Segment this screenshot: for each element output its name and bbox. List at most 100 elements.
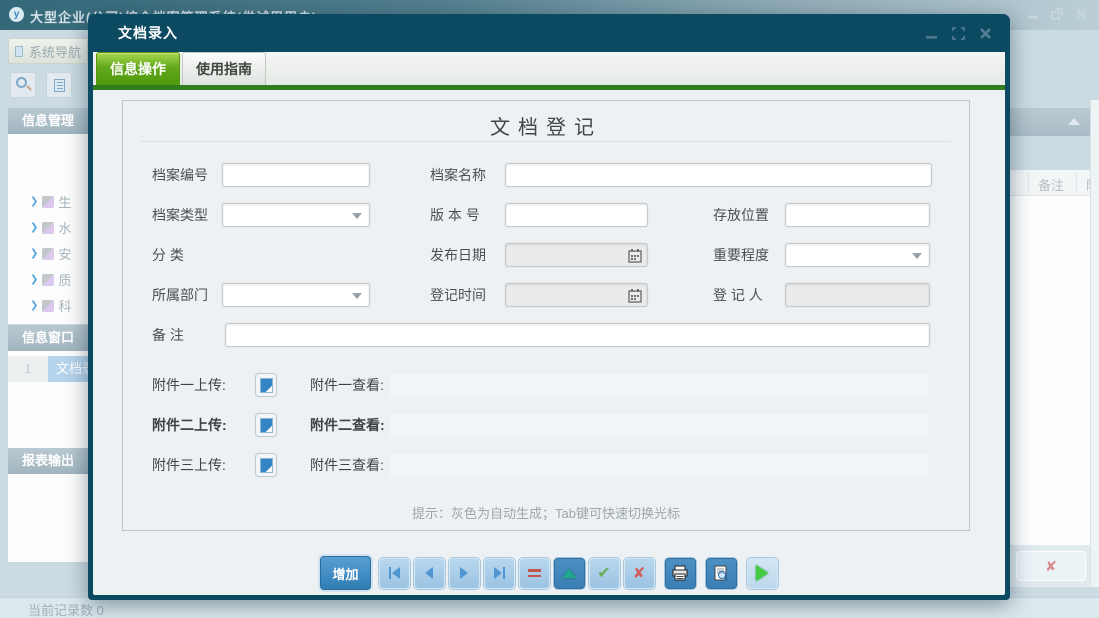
row-index-cell: 1 (8, 356, 48, 382)
add-record-button[interactable]: 增加 (320, 556, 371, 590)
dialog-close-icon[interactable] (979, 27, 992, 40)
app-logo: y (9, 7, 24, 22)
remark-input[interactable] (225, 323, 930, 347)
version-input[interactable] (505, 203, 648, 227)
edit-record-button[interactable] (553, 557, 585, 589)
list-view-button[interactable] (46, 72, 72, 98)
system-navigation-bar[interactable]: 系统导航 (8, 38, 88, 64)
tree-item[interactable]: ❯ 生 (30, 192, 71, 211)
field-label-register-time: 登记时间 (430, 287, 486, 303)
tree-item[interactable]: ❯ 科 (30, 296, 71, 315)
run-button[interactable] (746, 557, 778, 589)
main-restore-icon[interactable] (1051, 8, 1063, 20)
search-button[interactable] (10, 72, 36, 98)
register-time-input[interactable] (505, 283, 648, 307)
category-icon (42, 299, 55, 312)
prior-icon (425, 567, 433, 579)
record-navigator-toolbar: 增加 ✔ ✘ (93, 556, 1005, 590)
document-grid-icon (54, 79, 65, 92)
form-hint-text: 提示：灰色为自动生成；Tab键可快速切换光标 (412, 506, 680, 521)
attachment2-view-area (390, 414, 928, 436)
post-record-button[interactable]: ✔ (588, 557, 620, 589)
application-root: y 大型企业(公司)综合档案管理系统(供试用用户) 系统导航 信息管理 ❯ 生 … (0, 0, 1099, 618)
field-label-archive-name: 档案名称 (430, 167, 486, 183)
main-minimize-icon[interactable] (1027, 8, 1039, 20)
tree-item-label: 安 (58, 247, 72, 262)
calendar-icon[interactable] (628, 248, 642, 268)
attachment2-upload-button[interactable] (255, 413, 277, 437)
status-bar: 当前记录数 0 (0, 597, 1099, 618)
chevron-down-icon (352, 213, 362, 219)
storage-location-input[interactable] (785, 203, 930, 227)
sidebar-section-info-window[interactable]: 信息窗口 (8, 325, 95, 351)
printer-icon (666, 559, 695, 588)
tab-info-operation[interactable]: 信息操作 (96, 52, 180, 85)
column-header-remark: 备注 (1038, 178, 1065, 193)
attachment1-upload-label: 附件一上传: (152, 377, 226, 393)
importance-select[interactable] (785, 243, 930, 267)
attachment3-upload-button[interactable] (255, 453, 277, 477)
last-icon (493, 567, 502, 579)
field-label-storage-location: 存放位置 (713, 207, 769, 223)
column-separator (1076, 173, 1077, 193)
grid-column-headers: 备注 附 (1010, 170, 1099, 196)
tree-item[interactable]: ❯ 安 (30, 244, 71, 263)
tree-item-label: 质 (58, 273, 72, 288)
upload-file-icon (260, 378, 273, 393)
dialog-maximize-icon[interactable] (952, 26, 965, 40)
edit-icon (562, 568, 576, 578)
field-label-version: 版 本 号 (430, 207, 480, 223)
upload-file-icon (260, 458, 273, 473)
archive-name-input[interactable] (505, 163, 932, 187)
print-preview-button[interactable] (705, 557, 737, 589)
tree-item[interactable]: ❯ 质 (30, 270, 71, 289)
dialog-titlebar[interactable]: 文档录入 (88, 14, 1010, 52)
archive-type-select[interactable] (222, 203, 370, 227)
next-record-button[interactable] (448, 557, 480, 589)
delete-icon (527, 569, 541, 577)
cancel-record-button[interactable]: ✘ (623, 557, 655, 589)
attachment3-view-area (390, 454, 928, 476)
play-icon (756, 565, 768, 581)
divider (141, 141, 951, 142)
chevron-right-icon: ❯ (30, 300, 39, 311)
tree-item[interactable]: ❯ 水 (30, 218, 71, 237)
category-icon (42, 221, 55, 234)
department-select[interactable] (222, 283, 370, 307)
prior-record-button[interactable] (413, 557, 445, 589)
collapse-up-icon[interactable] (1068, 118, 1080, 125)
field-label-department: 所属部门 (152, 287, 208, 303)
field-label-registrar: 登 记 人 (713, 287, 763, 303)
publish-date-input[interactable] (505, 243, 648, 267)
window-list-row[interactable]: 1 文档录 (8, 356, 95, 382)
attachment3-view-label: 附件三查看: (310, 457, 384, 473)
tab-user-guide[interactable]: 使用指南 (182, 52, 266, 85)
chevron-right-icon: ❯ (30, 274, 39, 285)
main-close-icon[interactable] (1075, 8, 1087, 20)
chevron-down-icon (352, 293, 362, 299)
grid-body (1010, 196, 1090, 545)
attachment3-upload-label: 附件三上传: (152, 457, 226, 473)
last-record-button[interactable] (483, 557, 515, 589)
sidebar-section-info-management[interactable]: 信息管理 (8, 108, 95, 134)
chevron-right-icon: ❯ (30, 196, 39, 207)
calendar-icon[interactable] (628, 288, 642, 308)
cancel-x-icon: ✘ (632, 565, 646, 582)
category-icon (42, 247, 55, 260)
print-button[interactable] (664, 557, 696, 589)
sidebar-section-report-output[interactable]: 报表输出 (8, 448, 95, 474)
first-record-button[interactable] (378, 557, 410, 589)
upload-file-icon (260, 418, 273, 433)
form-title: 文档登记 (490, 117, 602, 139)
field-label-archive-type: 档案类型 (152, 207, 208, 223)
attachment2-view-label: 附件二查看: (310, 417, 385, 433)
archive-no-input[interactable] (222, 163, 370, 187)
registrar-input[interactable] (785, 283, 930, 307)
attachment1-upload-button[interactable] (255, 373, 277, 397)
delete-record-button[interactable] (518, 557, 550, 589)
window-edge-strip (1090, 100, 1099, 587)
panel-close-button[interactable]: ✘ (1016, 551, 1086, 581)
category-icon (42, 195, 55, 208)
dialog-minimize-icon[interactable] (925, 27, 938, 40)
field-label-archive-no: 档案编号 (152, 167, 208, 183)
